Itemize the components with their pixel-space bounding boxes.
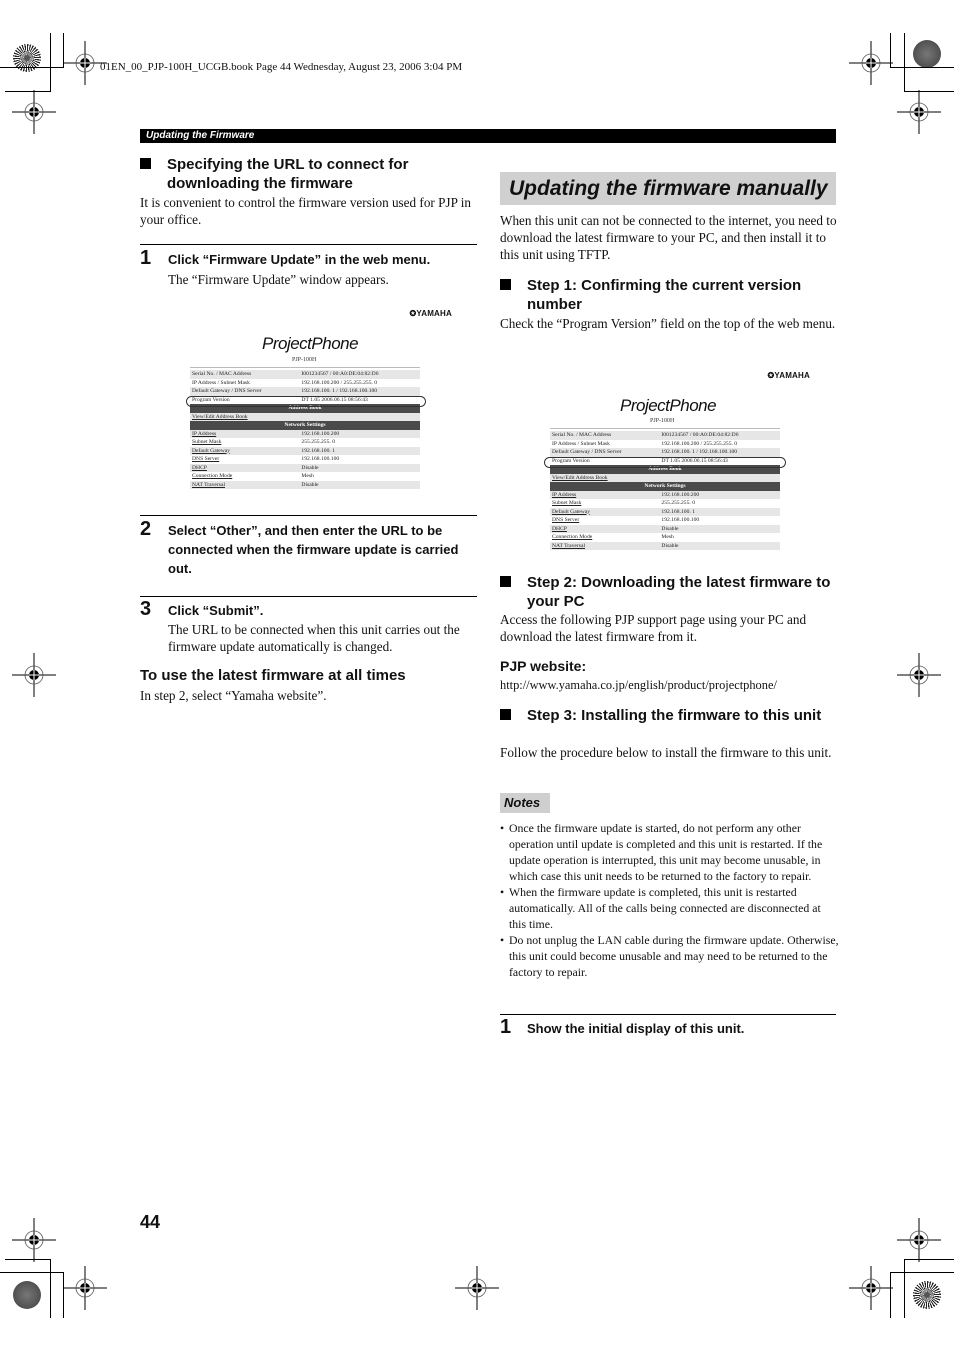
step-number: 1 (500, 1016, 512, 1038)
square-bullet-icon (500, 709, 511, 720)
square-bullet-icon (500, 279, 511, 290)
projectphone-logo: ProjectPhone (262, 334, 359, 353)
address-book-link[interactable]: View/Edit Address Book (190, 412, 420, 421)
step-number: 2 (140, 518, 152, 540)
website-url-link[interactable]: http://www.yamaha.co.jp/english/product/… (500, 678, 777, 693)
highlight-oval (186, 396, 426, 407)
step3-body: Follow the procedure below to install th… (500, 745, 832, 760)
note-item: Once the firmware update is started, do … (500, 820, 840, 884)
step2-body: Access the following PJP support page us… (500, 612, 807, 644)
registration-mark-icon (896, 1217, 942, 1263)
registration-mark-icon (896, 652, 942, 698)
intro-text: It is convenient to control the firmware… (140, 195, 471, 227)
subheading-latest-firmware: To use the latest firmware at all times (140, 667, 406, 684)
registration-mark-icon (848, 40, 894, 86)
highlight-oval (544, 457, 786, 468)
registration-mark-icon (62, 1265, 108, 1311)
step-divider (500, 1014, 836, 1015)
heading-step3: Step 3: Installing the firmware to this … (500, 706, 840, 725)
registration-mark-icon (454, 1265, 500, 1311)
model-label: PJP-100H (292, 357, 317, 363)
step1-body: Check the “Program Version” field on the… (500, 316, 836, 331)
step-title: Show the initial display of this unit. (527, 1021, 745, 1036)
square-bullet-icon (140, 158, 151, 169)
registration-mark-icon (11, 652, 57, 698)
heading-step2: Step 2: Downloading the latest firmware … (500, 573, 840, 611)
notes-list: Once the firmware update is started, do … (500, 820, 840, 980)
page-title: Updating the firmware manually (500, 172, 836, 205)
section-bar: Updating the Firmware (140, 129, 836, 143)
step-divider (140, 596, 477, 597)
step-divider (140, 244, 477, 245)
note-item: When the firmware update is completed, t… (500, 884, 840, 932)
yamaha-logo: ✪YAMAHA (767, 371, 810, 380)
registration-mark-icon (11, 89, 57, 135)
heading-specify-url: Specifying the URL to connect for downlo… (140, 155, 480, 193)
notes-label: Notes (500, 793, 550, 813)
registration-mark-icon (896, 89, 942, 135)
square-bullet-icon (500, 576, 511, 587)
step-title: Select “Other”, and then enter the URL t… (168, 523, 459, 576)
registration-mark-icon (11, 1217, 57, 1263)
page-number: 44 (140, 1212, 161, 1232)
subheading-body: In step 2, select “Yamaha website”. (140, 688, 327, 703)
intro-text: When this unit can not be connected to t… (500, 213, 837, 262)
device-info-table: Serial No. / MAC Address I001234567 / 00:… (190, 370, 420, 489)
step-title: Click “Submit”. (168, 603, 264, 618)
address-book-link[interactable]: View/Edit Address Book (550, 473, 780, 482)
yamaha-logo: ✪YAMAHA (409, 309, 452, 318)
web-menu-screenshot: ✪YAMAHA ProjectPhone PJP-100H Serial No.… (162, 304, 458, 498)
step-body: The “Firmware Update” window appears. (168, 272, 389, 287)
projectphone-logo: ProjectPhone (620, 396, 717, 415)
web-menu-screenshot: ✪YAMAHA ProjectPhone PJP-100H Serial No.… (530, 366, 816, 560)
step-number: 1 (140, 247, 152, 269)
website-label: PJP website: (500, 658, 587, 674)
note-item: Do not unplug the LAN cable during the f… (500, 932, 840, 980)
heading-step1: Step 1: Confirming the current version n… (500, 276, 840, 314)
print-header: 01EN_00_PJP-100H_UCGB.book Page 44 Wedne… (100, 61, 463, 73)
registration-mark-icon (848, 1265, 894, 1311)
step-title: Click “Firmware Update” in the web menu. (168, 252, 431, 267)
step-body: The URL to be connected when this unit c… (168, 622, 460, 654)
model-label: PJP-100H (650, 418, 675, 424)
step-divider (140, 515, 477, 516)
step-number: 3 (140, 598, 152, 620)
device-info-table: Serial No. / MAC Address I001234567 / 00:… (550, 431, 780, 550)
